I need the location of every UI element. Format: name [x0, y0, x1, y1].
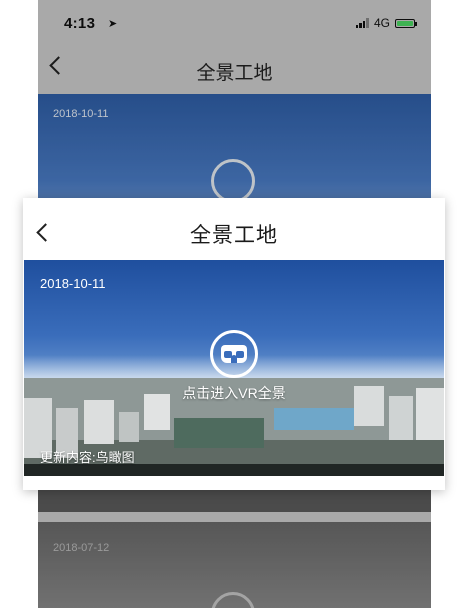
vr-goggles-icon[interactable] [210, 330, 258, 378]
nav-bar: 全景工地 [23, 198, 445, 260]
update-content-label: 更新内容:鸟瞰图 [40, 450, 135, 465]
card-date: 2018-10-11 [40, 276, 106, 291]
page-title: 全景工地 [190, 224, 278, 247]
vr-enter-label: 点击进入VR全景 [182, 385, 286, 401]
panorama-card[interactable]: 2018-10-11 点击进入VR全景 更新内容:鸟瞰图 [24, 260, 444, 476]
zoomed-panel: 全景工地 2018-10-11 点击进入VR全景 更新内容:鸟瞰图 [23, 198, 445, 490]
